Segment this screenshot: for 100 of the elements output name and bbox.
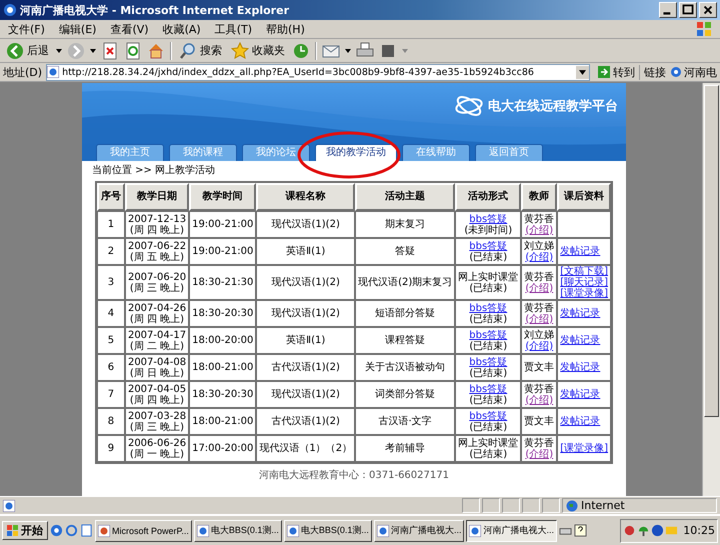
- table-cell: 现代汉语(1)(2): [256, 300, 356, 327]
- intro-link[interactable]: (介绍): [524, 394, 554, 406]
- status-text: (已结束): [468, 394, 508, 406]
- column-header: 课程名称: [256, 183, 356, 211]
- table-cell: 古代汉语(1)(2): [256, 408, 356, 435]
- go-button[interactable]: 转到: [594, 64, 640, 80]
- menu-item[interactable]: 工具(T): [214, 22, 252, 36]
- network-icon[interactable]: [623, 524, 636, 537]
- intro-link[interactable]: (介绍): [524, 340, 554, 352]
- stop-icon[interactable]: [101, 42, 119, 60]
- intro-link[interactable]: (介绍): [524, 224, 554, 236]
- taskbar-button[interactable]: Microsoft PowerP...: [95, 520, 192, 542]
- link-item[interactable]: 河南电: [670, 64, 717, 80]
- refresh-icon[interactable]: [124, 42, 142, 60]
- table-cell: 9: [96, 435, 125, 462]
- print-icon[interactable]: [356, 42, 374, 60]
- material-link[interactable]: [聊天记录]: [560, 277, 608, 288]
- back-button[interactable]: 后退: [4, 42, 51, 60]
- dropdown-button[interactable]: [576, 66, 589, 78]
- table-cell: 19:00-21:00: [189, 238, 256, 265]
- teacher-name: 黄芬香: [524, 302, 554, 314]
- taskbar-button[interactable]: 河南广播电视大...: [466, 520, 557, 542]
- app-icon: [196, 524, 209, 536]
- table-cell: 英语Ⅱ(1): [256, 238, 356, 265]
- table-cell: 8: [96, 408, 125, 435]
- activity-link[interactable]: bbs答疑: [458, 214, 518, 224]
- address-field[interactable]: http://218.28.34.24/jxhd/index_ddzx_all.php?EA_UserId=3bc008b9-9bf8-4397-ae35-1b5924b3cc86: [46, 64, 590, 80]
- taskbar-button[interactable]: 电大BBS(0.1测...: [194, 520, 282, 542]
- material-link[interactable]: [文稿下载]: [560, 266, 608, 277]
- date-text: 2007-06-20: [128, 272, 186, 282]
- table-cell: 19:00-21:00: [189, 211, 256, 238]
- status-panel: [522, 498, 540, 513]
- refresh-icon[interactable]: [65, 524, 78, 537]
- browser-icon[interactable]: [50, 524, 63, 537]
- date-text: 2007-04-08: [128, 356, 186, 368]
- taskbar-button[interactable]: 电大BBS(0.1测...: [284, 520, 372, 542]
- date-text: 2007-04-17: [128, 330, 186, 340]
- menu-item[interactable]: 收藏(A): [162, 22, 201, 36]
- clock: 10:25: [683, 524, 715, 537]
- teacher-name: 黄芬香: [524, 384, 554, 394]
- search-button[interactable]: 搜索: [177, 42, 224, 60]
- column-header: 教学时间: [189, 183, 256, 211]
- table-cell: 4: [96, 300, 125, 327]
- column-header: 教师: [521, 183, 558, 211]
- column-header: 序号: [96, 183, 125, 211]
- maximize-button[interactable]: [679, 2, 697, 18]
- menu-item[interactable]: 查看(V): [110, 22, 149, 36]
- minimize-button[interactable]: [659, 2, 677, 18]
- material-link[interactable]: [课堂录像]: [560, 288, 608, 299]
- app-icon: [98, 524, 110, 536]
- activity-link[interactable]: bbs答疑: [458, 410, 518, 422]
- status-text: (已结束): [468, 252, 508, 262]
- column-header: 活动主题: [355, 183, 456, 211]
- app-icon: [469, 524, 482, 536]
- favorites-button[interactable]: 收藏夹: [229, 42, 287, 60]
- status-panel: [542, 498, 560, 513]
- status-text: (已结束): [469, 448, 508, 460]
- status-text: (已结束): [468, 340, 508, 352]
- app-icon: [286, 524, 299, 536]
- table-cell: 关于古汉语被动句: [355, 354, 456, 381]
- start-button[interactable]: 开始: [2, 521, 48, 540]
- intro-link[interactable]: (介绍): [524, 448, 554, 460]
- taskbar-button[interactable]: 河南广播电视大...: [374, 520, 464, 542]
- teacher-name: 刘立娣: [524, 330, 554, 340]
- help-icon[interactable]: [574, 524, 587, 537]
- weekday-text: (周 日 晚上): [128, 368, 186, 378]
- date-text: 2007-12-13: [128, 214, 186, 224]
- menu-item[interactable]: 文件(F): [8, 22, 45, 36]
- teacher-name: 刘立娣: [524, 240, 554, 252]
- intro-link[interactable]: (介绍): [524, 252, 554, 262]
- teacher-name: 贾文丰: [524, 416, 554, 427]
- intro-link[interactable]: (介绍): [524, 314, 554, 324]
- status-text: (已结束): [468, 368, 508, 378]
- activity-link[interactable]: bbs答疑: [458, 384, 518, 394]
- table-cell: 18:30-20:30: [189, 300, 256, 327]
- status-text: (已结束): [468, 314, 508, 324]
- table-cell: 18:00-20:00: [189, 327, 256, 354]
- activity-link[interactable]: bbs答疑: [458, 330, 518, 340]
- status-text: (未到时间): [463, 224, 514, 236]
- activity-text: 网上实时课堂: [458, 438, 518, 448]
- status-panel: [502, 498, 520, 513]
- nav-tab[interactable]: 我的教学活动: [315, 144, 397, 161]
- activity-link[interactable]: bbs答疑: [458, 302, 518, 314]
- table-cell: 期末复习: [355, 211, 456, 238]
- table-cell: 2: [96, 238, 125, 265]
- menu-item[interactable]: 帮助(H): [266, 22, 305, 36]
- close-button[interactable]: [699, 2, 717, 18]
- table-cell: 18:00-21:00: [189, 354, 256, 381]
- star-icon: [231, 42, 249, 60]
- activity-link[interactable]: bbs答疑: [458, 356, 518, 368]
- links-label: 链接: [644, 64, 666, 80]
- intro-link[interactable]: (介绍): [524, 282, 554, 294]
- home-icon[interactable]: [147, 42, 165, 60]
- table-cell: 5: [96, 327, 125, 354]
- scrollbar[interactable]: [702, 83, 720, 496]
- history-icon[interactable]: [292, 42, 310, 60]
- teacher-name: 黄芬香: [524, 214, 554, 224]
- activity-link[interactable]: bbs答疑: [458, 240, 518, 252]
- menu-item[interactable]: 编辑(E): [58, 22, 96, 36]
- page-icon[interactable]: [80, 524, 93, 537]
